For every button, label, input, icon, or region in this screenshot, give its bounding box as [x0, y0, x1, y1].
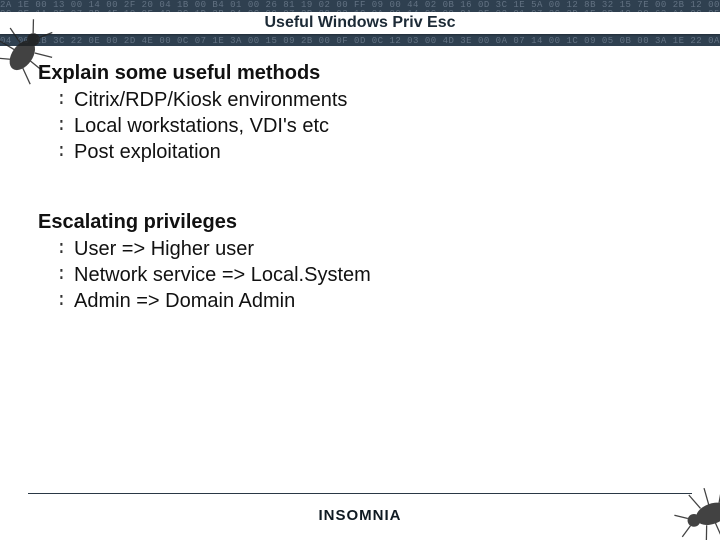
slide-body: Explain some useful methods :Citrix/RDP/… — [38, 62, 678, 314]
list-item: :Citrix/RDP/Kiosk environments — [56, 87, 678, 113]
item-text: Post exploitation — [74, 139, 221, 165]
item-text: Citrix/RDP/Kiosk environments — [74, 87, 347, 113]
list-item: :Post exploitation — [56, 139, 678, 165]
item-text: Admin => Domain Admin — [74, 288, 295, 314]
bullet-icon: : — [56, 139, 74, 165]
footer-brand: INSOMNIA — [0, 507, 720, 524]
section-heading: Escalating privileges — [38, 211, 678, 234]
slide-title: Useful Windows Priv Esc — [264, 14, 455, 32]
section-heading: Explain some useful methods — [38, 62, 678, 85]
footer-divider — [28, 493, 692, 494]
list-item: :Network service => Local.System — [56, 262, 678, 288]
list-item: :Local workstations, VDI's etc — [56, 113, 678, 139]
bullet-icon: : — [56, 288, 74, 314]
bullet-icon: : — [56, 236, 74, 262]
item-text: Network service => Local.System — [74, 262, 371, 288]
bullet-icon: : — [56, 87, 74, 113]
item-text: User => Higher user — [74, 236, 254, 262]
item-text: Local workstations, VDI's etc — [74, 113, 329, 139]
list-item: :User => Higher user — [56, 236, 678, 262]
bullet-icon: : — [56, 262, 74, 288]
slide-title-bar: Useful Windows Priv Esc — [0, 12, 720, 34]
bullet-icon: : — [56, 113, 74, 139]
list-item: :Admin => Domain Admin — [56, 288, 678, 314]
